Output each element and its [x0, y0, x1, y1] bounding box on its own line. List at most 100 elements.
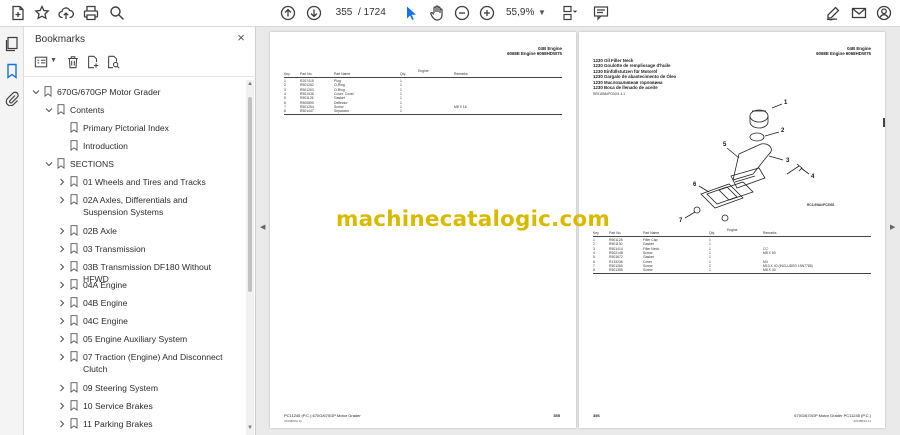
bookmark-icon [70, 122, 78, 134]
table-cell: M8 X 16 [454, 104, 467, 109]
chevron-down-icon[interactable] [32, 88, 40, 96]
select-cursor-icon[interactable] [402, 4, 420, 22]
bookmark-label: 11 Parking Brakes [83, 419, 153, 429]
new-bookmark-icon[interactable] [86, 55, 100, 69]
close-icon[interactable]: × [234, 31, 248, 45]
delete-bookmark-icon[interactable] [66, 55, 80, 69]
new-document-icon[interactable] [9, 4, 27, 22]
figure-reference: RE51894#PC0001 4-1 [593, 92, 626, 96]
chevron-right-icon[interactable] [58, 420, 66, 428]
bookmark-icon [70, 261, 78, 273]
chevron-right-icon[interactable] [58, 335, 66, 343]
chevron-right-icon[interactable] [58, 178, 66, 186]
hand-tool-icon[interactable] [428, 4, 446, 22]
bookmark-icon [44, 86, 52, 98]
chevron-down-icon[interactable]: ▼ [50, 57, 57, 64]
chevron-right-icon[interactable] [58, 196, 66, 204]
navigation-rail [0, 27, 24, 435]
bookmark-label: 05 Engine Auxiliary System [83, 334, 188, 344]
bookmark-label: 670G/670GP Motor Grader [57, 87, 161, 97]
table-header-cell: Engine [418, 69, 429, 73]
page-number-input[interactable]: 355 [331, 4, 357, 22]
comment-icon[interactable] [592, 4, 610, 22]
table-header-cell: Key [284, 72, 290, 76]
bookmark-icon [70, 194, 78, 206]
zoom-out-icon[interactable] [453, 4, 471, 22]
chevron-right-icon[interactable] [58, 384, 66, 392]
bookmark-icon [57, 158, 65, 170]
attachments-icon[interactable] [4, 90, 20, 107]
bookmark-label: 02A Axles, Differentials and Suspension … [83, 195, 188, 217]
chevron-down-icon[interactable] [45, 160, 53, 168]
bookmarks-panel-icon[interactable] [4, 63, 20, 79]
chevron-right-icon[interactable] [58, 353, 66, 361]
zoom-in-icon[interactable] [478, 4, 496, 22]
chevron-right-icon[interactable] [58, 263, 66, 271]
table-header-cell: Remarks [454, 72, 468, 76]
chevron-right-icon[interactable] [58, 227, 66, 235]
main-toolbar: 355 / 1724 55,9% ▼ [0, 0, 900, 27]
bookmark-icon [70, 140, 78, 152]
bookmark-icon [57, 104, 65, 116]
chevron-right-icon[interactable] [58, 317, 66, 325]
bookmark-label: 01 Wheels and Tires and Tracks [83, 177, 206, 187]
parts-table: Key Part No. Part Name Qty. Engine Remarks 1 R5… [593, 228, 871, 290]
callout-number: 2 [781, 128, 785, 134]
print-icon[interactable] [82, 4, 100, 22]
table-cell: R501447 [300, 109, 314, 114]
callout-number: 1 [784, 100, 788, 106]
table-header-cell: Engine [727, 228, 738, 232]
table-header-cell: Part No. [300, 72, 313, 76]
chevron-right-icon[interactable] [58, 245, 66, 253]
cloud-upload-icon[interactable] [57, 4, 75, 22]
section-titles: 1230 Oil Filler Neck 1230 Goulotte de rem… [593, 58, 676, 90]
footer-sub: 470480XA 11 [853, 419, 871, 423]
table-rule [593, 236, 871, 237]
find-bookmark-icon[interactable] [106, 55, 120, 69]
scroll-down-icon[interactable]: ▼ [247, 425, 253, 431]
search-icon[interactable] [108, 4, 126, 22]
bookmark-star-icon[interactable] [33, 4, 51, 22]
page-header: 04B Engine 6068E Engine 6068HDW75 [507, 46, 562, 57]
chevron-down-icon[interactable]: ▼ [538, 4, 548, 22]
scroll-indicator [883, 118, 885, 127]
bookmark-tree: 670G/670GP Motor Grader Contents Primary P… [24, 78, 246, 435]
bookmark-icon [70, 418, 78, 430]
callout-number: 7 [679, 218, 683, 224]
profile-icon[interactable] [875, 4, 893, 22]
bookmark-label: Introduction [83, 141, 128, 151]
bookmark-label: Primary Pictorial Index [83, 123, 169, 133]
section-title-line: 1230 Boca de llenado de aceite [593, 85, 658, 91]
email-icon[interactable] [850, 4, 868, 22]
table-cell: Screw [643, 268, 653, 273]
next-page-icon[interactable] [305, 4, 323, 22]
collapse-panel-icon[interactable]: ◀ [260, 223, 265, 231]
parts-table: Key Part No. Part Name Qty. Engine Remarks 1 R2… [284, 69, 562, 129]
chevron-right-icon[interactable] [58, 281, 66, 289]
chevron-right-icon[interactable] [58, 299, 66, 307]
table-header-cell: Part Name [334, 72, 351, 76]
bookmark-icon [70, 315, 78, 327]
page-356: 04B Engine 6068E Engine 6068HDW75 1230 O… [579, 32, 885, 428]
expand-panel-icon[interactable]: ▶ [890, 223, 895, 231]
bookmark-icon [70, 333, 78, 345]
chevron-right-icon[interactable] [58, 402, 66, 410]
footer-left: PC11245 (P.C.) 670G/670GP Motor Grader [284, 413, 361, 418]
bookmark-tools: ▼ [32, 55, 252, 71]
bookmark-options-icon[interactable] [34, 55, 48, 69]
bookmark-icon [70, 400, 78, 412]
bookmark-icon [70, 297, 78, 309]
bookmark-icon [70, 176, 78, 188]
bookmark-icon [70, 382, 78, 394]
scroll-up-icon[interactable]: ▲ [247, 81, 253, 87]
previous-page-icon[interactable] [279, 4, 297, 22]
bookmark-label: 03 Transmission [83, 244, 146, 254]
table-rule [284, 77, 562, 78]
page-thumbnails-icon[interactable] [4, 36, 20, 52]
page-display-icon[interactable] [560, 4, 578, 22]
bookmark-label: 04B Engine [83, 298, 128, 308]
bookmark-icon [70, 225, 78, 237]
scrollbar-thumb[interactable] [248, 97, 252, 292]
chevron-down-icon[interactable] [45, 106, 53, 114]
edit-sign-icon[interactable] [824, 4, 842, 22]
